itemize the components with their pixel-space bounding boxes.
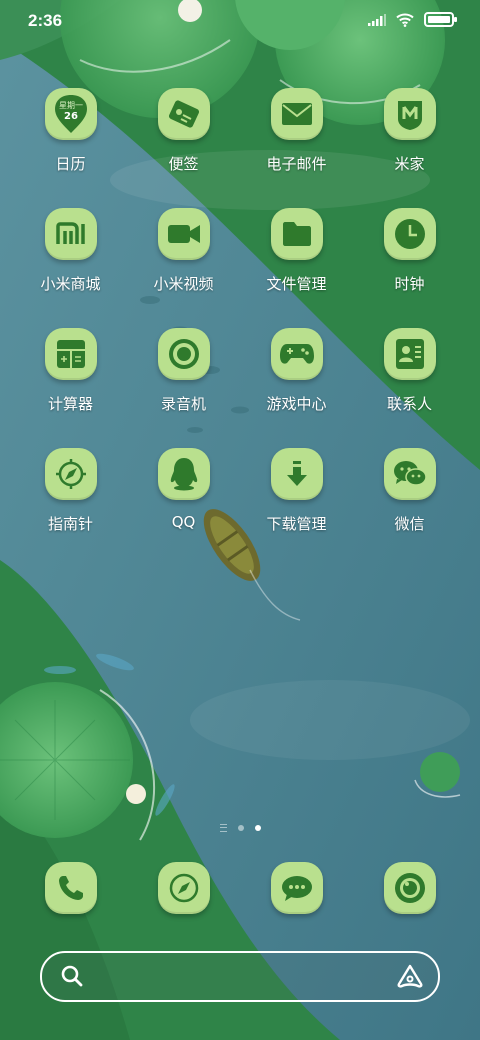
- app-label: 文件管理: [266, 275, 327, 293]
- mijia-icon: [383, 88, 436, 140]
- app-label: 计算器: [47, 395, 93, 413]
- app-mi-store[interactable]: 小米商城: [14, 208, 127, 294]
- video-icon: [157, 208, 210, 260]
- app-label: 小米商城: [40, 275, 101, 293]
- app-label: 日历: [55, 155, 86, 173]
- app-label: 联系人: [386, 395, 432, 413]
- app-contacts[interactable]: 联系人: [353, 328, 466, 414]
- clock-icon: [383, 208, 436, 260]
- wechat-icon: [383, 448, 436, 500]
- app-notes[interactable]: 便签: [127, 88, 240, 174]
- app-email[interactable]: 电子邮件: [240, 88, 353, 174]
- dock-phone[interactable]: [14, 862, 127, 914]
- mi-store-icon: [44, 208, 97, 260]
- dock: [14, 862, 466, 914]
- qq-icon: [157, 448, 210, 500]
- notes-icon: [157, 88, 210, 140]
- dock-messages[interactable]: [240, 862, 353, 914]
- app-grid: 星期一 26 日历 便签 电子邮件 米家 小米商城 小米视频 文件管理 时钟 计…: [14, 88, 466, 534]
- camera-icon: [383, 862, 436, 914]
- signal-icon: [368, 13, 386, 26]
- search-icon: [61, 965, 83, 987]
- browser-icon: [157, 862, 210, 914]
- calculator-icon: [44, 328, 97, 380]
- app-label: 便签: [168, 155, 199, 173]
- search-bar[interactable]: [40, 951, 440, 1002]
- download-icon: [270, 448, 323, 500]
- page-dot-1: [237, 825, 244, 831]
- app-mi-video[interactable]: 小米视频: [127, 208, 240, 294]
- wifi-icon: [396, 13, 414, 27]
- app-downloads[interactable]: 下载管理: [240, 448, 353, 534]
- app-compass[interactable]: 指南针: [14, 448, 127, 534]
- mail-icon: [270, 88, 323, 140]
- app-mijia[interactable]: 米家: [353, 88, 466, 174]
- clock-time: 2:36: [28, 11, 63, 30]
- app-label: 录音机: [160, 395, 206, 413]
- app-label: 米家: [394, 155, 425, 173]
- app-label: 下载管理: [266, 515, 327, 533]
- page-dot-2-active: [254, 825, 261, 831]
- status-bar: 2:36: [0, 0, 480, 40]
- svg-text:星期一: 星期一: [59, 101, 83, 110]
- app-label: 游戏中心: [266, 395, 327, 413]
- page-indicator[interactable]: [0, 824, 480, 832]
- dock-camera[interactable]: [353, 862, 466, 914]
- calendar-icon: 星期一 26: [44, 88, 97, 140]
- compass-icon: [44, 448, 97, 500]
- gamepad-icon: [270, 328, 323, 380]
- app-clock[interactable]: 时钟: [353, 208, 466, 294]
- app-qq[interactable]: QQ: [127, 448, 240, 534]
- app-calculator[interactable]: 计算器: [14, 328, 127, 414]
- status-icons: [368, 12, 457, 27]
- app-recorder[interactable]: 录音机: [127, 328, 240, 414]
- app-label: 指南针: [47, 515, 93, 533]
- assistant-icon[interactable]: [396, 964, 424, 988]
- svg-text:26: 26: [64, 111, 78, 122]
- phone-icon: [44, 862, 97, 914]
- minus-one-screen-indicator: [219, 824, 227, 832]
- app-label: 时钟: [394, 275, 425, 293]
- app-wechat[interactable]: 微信: [353, 448, 466, 534]
- contacts-icon: [383, 328, 436, 380]
- dock-browser[interactable]: [127, 862, 240, 914]
- app-calendar[interactable]: 星期一 26 日历: [14, 88, 127, 174]
- app-label: 电子邮件: [266, 155, 327, 173]
- app-game-center[interactable]: 游戏中心: [240, 328, 353, 414]
- app-file-manager[interactable]: 文件管理: [240, 208, 353, 294]
- folder-icon: [270, 208, 323, 260]
- app-label: QQ: [171, 513, 196, 531]
- battery-icon: [424, 12, 457, 27]
- app-label: 微信: [394, 515, 425, 533]
- recorder-icon: [157, 328, 210, 380]
- messages-icon: [270, 862, 323, 914]
- app-label: 小米视频: [153, 275, 214, 293]
